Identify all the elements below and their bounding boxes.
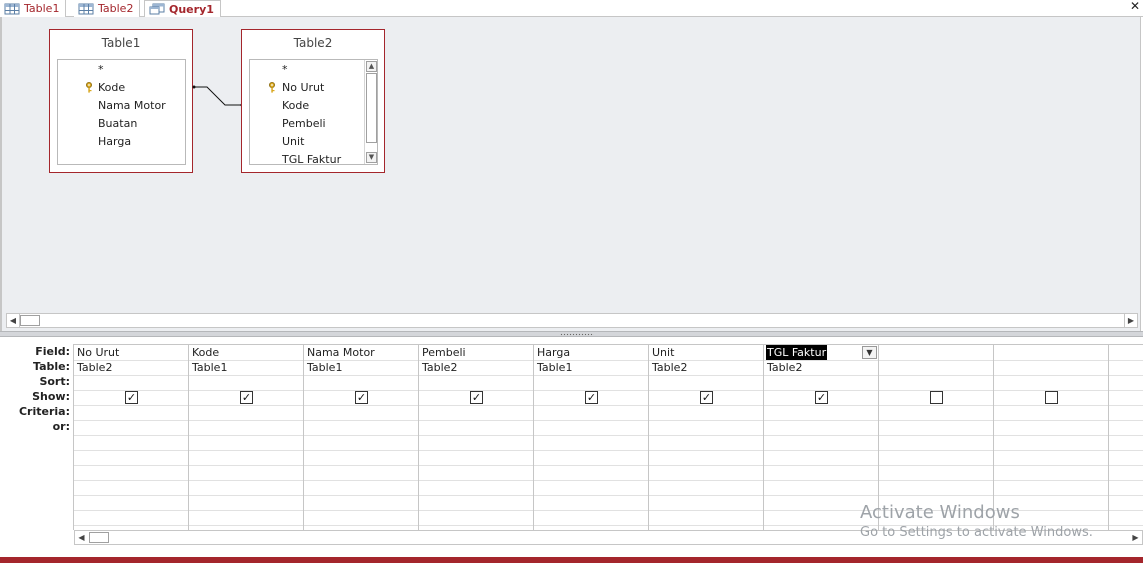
grid-column[interactable]: Nama Motor Table1 ✓ [304, 345, 419, 530]
field-item[interactable]: Kode [282, 97, 309, 115]
table-cell[interactable]: Table2 [767, 360, 802, 375]
query-icon [149, 3, 165, 15]
row-label-criteria: Criteria: [18, 405, 70, 418]
close-icon[interactable]: ✕ [1130, 0, 1140, 13]
design-horizontal-scrollbar[interactable]: ◀ ▶ [6, 313, 1138, 328]
show-checkbox[interactable] [1045, 391, 1058, 404]
field-item[interactable]: * [98, 61, 104, 79]
table-icon [4, 3, 20, 14]
field-item[interactable]: Pembeli [282, 115, 326, 133]
scroll-left-icon[interactable]: ◀ [75, 531, 88, 544]
grid-column[interactable]: Harga Table1 ✓ [534, 345, 649, 530]
grid-column[interactable]: Pembeli Table2 ✓ [419, 345, 534, 530]
field-cell[interactable]: TGL Faktur [766, 345, 828, 360]
field-list-items[interactable]: * Kode Nama Motor Buatan Harga [57, 59, 186, 165]
scroll-thumb[interactable] [20, 315, 40, 326]
scroll-down-icon[interactable]: ▼ [366, 152, 377, 163]
scroll-thumb[interactable] [366, 73, 377, 143]
show-checkbox[interactable]: ✓ [700, 391, 713, 404]
show-checkbox[interactable]: ✓ [815, 391, 828, 404]
watermark-subtitle: Go to Settings to activate Windows. [860, 525, 1093, 540]
status-bar [0, 557, 1143, 563]
tab-query1[interactable]: Query1 [144, 0, 221, 18]
row-label-sort: Sort: [39, 375, 70, 388]
show-checkbox[interactable] [930, 391, 943, 404]
show-checkbox[interactable]: ✓ [585, 391, 598, 404]
show-checkbox[interactable]: ✓ [125, 391, 138, 404]
field-cell[interactable]: Pembeli [422, 345, 466, 360]
show-checkbox[interactable]: ✓ [470, 391, 483, 404]
field-cell[interactable]: Nama Motor [307, 345, 375, 360]
field-dropdown-icon[interactable]: ▼ [862, 346, 877, 359]
field-item[interactable]: Harga [98, 133, 131, 151]
grid-column[interactable]: Unit Table2 ✓ [649, 345, 764, 530]
scroll-up-icon[interactable]: ▲ [366, 61, 377, 72]
field-item[interactable]: No Urut [282, 79, 324, 97]
field-list-table2[interactable]: Table2 * No Urut Kode Pembeli Unit TGL F… [241, 29, 385, 173]
table-cell[interactable]: Table2 [652, 360, 687, 375]
document-tab-bar: Table1 Table2 Query1 ✕ [0, 0, 1143, 18]
show-checkbox[interactable]: ✓ [240, 391, 253, 404]
row-label-show: Show: [32, 390, 70, 403]
relationship-line[interactable] [191, 82, 245, 110]
table-cell[interactable]: Table1 [307, 360, 342, 375]
scroll-thumb[interactable] [89, 532, 109, 543]
table-cell[interactable]: Table1 [192, 360, 227, 375]
field-item[interactable]: * [282, 61, 288, 79]
activation-watermark: Activate Windows Go to Settings to activ… [860, 502, 1093, 540]
table-icon [78, 3, 94, 14]
scroll-left-icon[interactable]: ◀ [7, 314, 20, 327]
field-list-table1[interactable]: Table1 * Kode Nama Motor Buatan Harga [49, 29, 193, 173]
tab-label: Query1 [169, 2, 214, 16]
field-item[interactable]: Unit [282, 133, 304, 151]
field-cell[interactable]: Harga [537, 345, 570, 360]
tab-table1[interactable]: Table1 [0, 0, 67, 17]
field-item[interactable]: TGL Faktur [282, 151, 341, 164]
field-item[interactable]: Kode [98, 79, 125, 97]
table-cell[interactable]: Table1 [537, 360, 572, 375]
grid-column[interactable]: No Urut Table2 ✓ [74, 345, 189, 530]
tab-table2[interactable]: Table2 [74, 0, 141, 17]
field-list-items[interactable]: * No Urut Kode Pembeli Unit TGL Faktur ▲… [249, 59, 378, 165]
field-list-title: Table1 [101, 36, 141, 50]
tab-label: Table2 [98, 2, 134, 15]
watermark-title: Activate Windows [860, 502, 1020, 523]
table-cell[interactable]: Table2 [422, 360, 457, 375]
scroll-right-icon[interactable]: ▶ [1124, 314, 1137, 327]
row-label-table: Table: [32, 360, 70, 373]
field-item[interactable]: Buatan [98, 115, 137, 133]
table-cell[interactable]: Table2 [77, 360, 112, 375]
show-checkbox[interactable]: ✓ [355, 391, 368, 404]
tab-label: Table1 [24, 2, 60, 15]
grid-row-labels: Field: Table: Sort: Show: Criteria: or: [0, 344, 70, 434]
field-cell[interactable]: No Urut [77, 345, 119, 360]
grid-column[interactable]: Kode Table1 ✓ [189, 345, 304, 530]
splitter-grip-icon[interactable] [560, 333, 594, 336]
row-label-field: Field: [35, 345, 70, 358]
query-design-pane[interactable]: Table1 * Kode Nama Motor Buatan Harga Ta… [0, 17, 1143, 331]
field-item[interactable]: Nama Motor [98, 97, 166, 115]
field-list-scrollbar[interactable]: ▲ ▼ [364, 60, 377, 164]
primary-key-icon [269, 82, 275, 93]
field-cell[interactable]: Kode [192, 345, 219, 360]
scroll-right-icon[interactable]: ▶ [1129, 531, 1142, 544]
primary-key-icon [86, 82, 92, 93]
field-list-title: Table2 [293, 36, 333, 50]
field-cell[interactable]: Unit [652, 345, 674, 360]
row-label-or: or: [52, 420, 70, 433]
